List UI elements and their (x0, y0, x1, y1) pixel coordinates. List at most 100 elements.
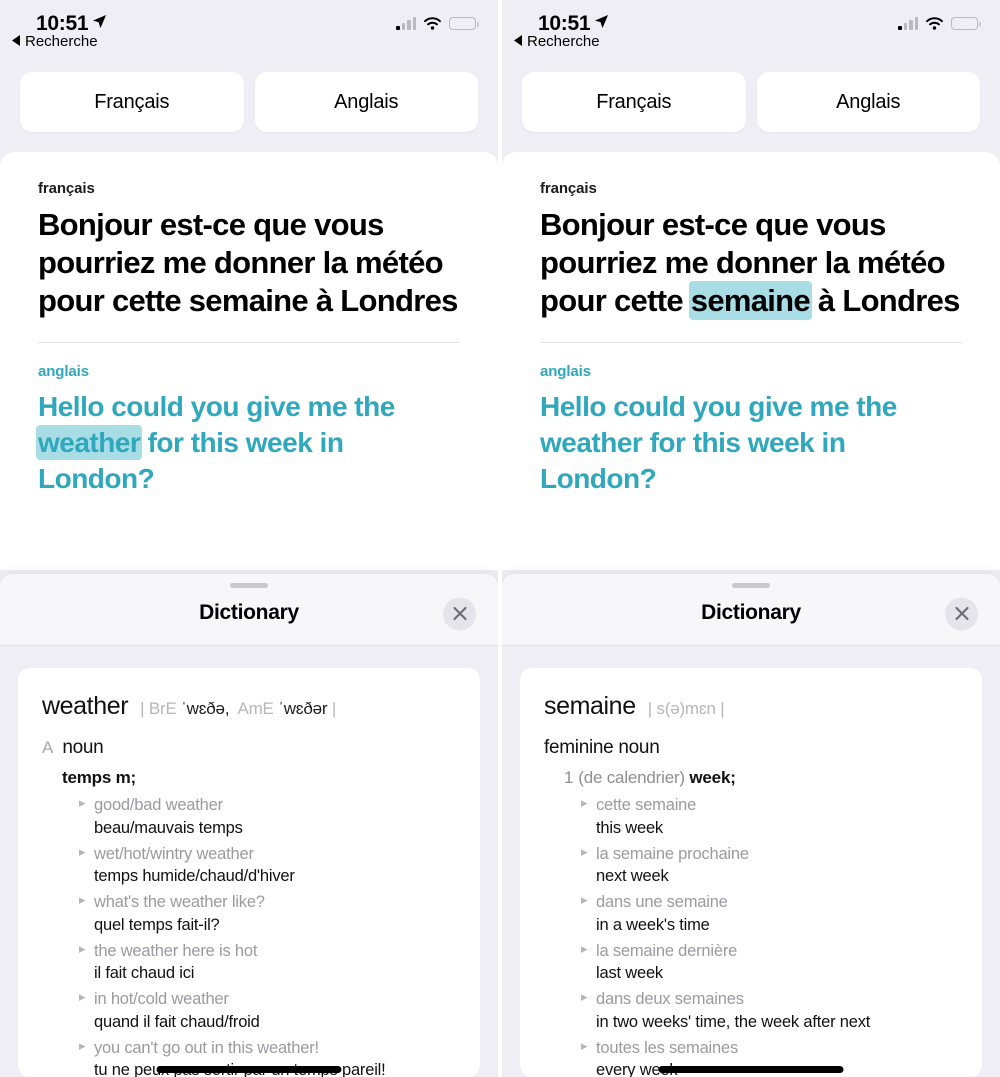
dictionary-title: Dictionary (701, 600, 801, 624)
example-source: la semaine dernière (581, 940, 958, 963)
example-source: wet/hot/wintry weather (79, 843, 456, 866)
part-of-speech-row: A noun (42, 737, 456, 759)
pronunciation-bre-label: BrE (148, 699, 177, 718)
status-bar: 10:51 Recherche (502, 0, 1000, 60)
sense-gloss: 1 (de calendrier) week; (564, 768, 958, 788)
example-target: temps humide/chaud/d'hiver (94, 867, 295, 886)
language-selector: Français Anglais (0, 60, 498, 152)
pronunciation-ame: ˈwɛðər (278, 699, 328, 718)
example-item: the weather here is hotil fait chaud ici (79, 940, 456, 986)
example-target: this week (596, 818, 663, 837)
source-text-after: à Londres (809, 283, 961, 319)
target-language-button[interactable]: Anglais (756, 72, 980, 132)
headword-row: weather | BrE ˈwɛðə, AmE ˈwɛðər | (42, 692, 456, 721)
status-bar-indicators (898, 16, 981, 30)
example-source: the weather here is hot (79, 940, 456, 963)
back-triangle-icon (514, 33, 523, 50)
example-target: il fait chaud ici (94, 964, 195, 983)
target-language-label: anglais (38, 363, 89, 381)
close-icon (954, 606, 969, 621)
sense-context: (de calendrier) (578, 768, 685, 787)
pos-letter: A (42, 738, 54, 757)
example-target: last week (596, 964, 663, 983)
source-text-highlight[interactable]: semaine (688, 281, 812, 321)
pronunciation: | BrE ˈwɛðə, AmE ˈwɛðər | (140, 699, 337, 718)
example-target: in two weeks' time, the week after next (596, 1012, 871, 1031)
dictionary-title: Dictionary (199, 600, 299, 624)
sense-gloss: temps m; (62, 768, 136, 787)
battery-icon (449, 16, 479, 30)
source-language-button[interactable]: Français (522, 72, 746, 132)
translation-card: français Bonjour est-ce que vous pourrie… (502, 152, 1000, 570)
dictionary-body[interactable]: semaine | s(ə)mɛn | feminine noun 1 (de c… (502, 646, 1000, 1077)
dictionary-header: Dictionary (0, 574, 498, 646)
headword-row: semaine | s(ə)mɛn | (544, 692, 958, 721)
dictionary-sheet: Dictionary semaine | s(ə)mɛn | feminine … (502, 574, 1000, 1077)
dictionary-body[interactable]: weather | BrE ˈwɛðə, AmE ˈwɛðər | A noun… (0, 646, 498, 1077)
example-target: quand il fait chaud/froid (94, 1012, 260, 1031)
example-target: beau/mauvais temps (94, 818, 243, 837)
example-target: in a week's time (596, 915, 710, 934)
source-language-label: français (540, 180, 597, 197)
dictionary-entry-card: semaine | s(ə)mɛn | feminine noun 1 (de c… (520, 668, 982, 1077)
example-source: cette semaine (581, 794, 958, 817)
example-target: next week (596, 867, 669, 886)
target-text-highlight[interactable]: weather (36, 425, 143, 461)
part-of-speech-row: feminine noun (544, 737, 958, 759)
pronunciation: | s(ə)mɛn | (647, 699, 725, 718)
home-indicator (156, 1066, 342, 1073)
example-source: toutes les semaines (581, 1037, 958, 1060)
source-text[interactable]: Bonjour est-ce que vous pourriez me donn… (540, 206, 962, 321)
back-label: Recherche (527, 33, 600, 50)
target-language-button[interactable]: Anglais (254, 72, 478, 132)
sense-translation: week; (689, 768, 736, 787)
example-list: good/bad weatherbeau/mauvais tempswet/ho… (62, 794, 456, 1077)
back-to-search-button[interactable]: Recherche (514, 33, 600, 50)
back-label: Recherche (25, 33, 98, 50)
target-text-before: Hello could you give me the (38, 391, 395, 423)
home-indicator (658, 1066, 844, 1073)
headword: weather (42, 692, 129, 720)
example-source: la semaine prochaine (581, 843, 958, 866)
dictionary-header: Dictionary (502, 574, 1000, 646)
right-phone-screen: 10:51 Recherche Français Anglais françai… (502, 0, 1000, 1077)
cellular-bars-icon (898, 16, 918, 30)
example-list: cette semainethis week la semaine prochai… (564, 794, 958, 1077)
example-source: what's the weather like? (79, 891, 456, 914)
source-language-button[interactable]: Français (20, 72, 244, 132)
pronunciation-bre: ˈwɛðə, (181, 699, 230, 718)
example-source: you can't go out in this weather! (79, 1037, 456, 1060)
target-text[interactable]: Hello could you give me the weather for … (540, 389, 962, 496)
example-source: dans deux semaines (581, 988, 958, 1011)
example-item: good/bad weatherbeau/mauvais temps (79, 794, 456, 840)
example-item: what's the weather like?quel temps fait-… (79, 891, 456, 937)
language-selector: Français Anglais (502, 60, 1000, 152)
target-language-label: anglais (540, 363, 591, 381)
translation-divider (540, 342, 962, 344)
target-text[interactable]: Hello could you give me the weather for … (36, 389, 460, 496)
example-item: dans une semainein a week's time (581, 891, 958, 937)
example-source: good/bad weather (79, 794, 456, 817)
back-to-search-button[interactable]: Recherche (12, 33, 98, 50)
pronunciation-ame-label: AmE (237, 699, 274, 718)
example-item: wet/hot/wintry weathertemps humide/chaud… (79, 843, 456, 889)
drag-handle-icon[interactable] (230, 583, 268, 588)
close-dictionary-button[interactable] (443, 597, 476, 630)
example-item: la semaine dernièrelast week (581, 940, 958, 986)
close-icon (452, 606, 467, 621)
example-target: quel temps fait-il? (94, 915, 220, 934)
example-source: in hot/cold weather (79, 988, 456, 1011)
sense-block: temps m; good/bad weatherbeau/mauvais te… (42, 768, 456, 1077)
translation-divider (38, 342, 460, 344)
wifi-icon (423, 16, 442, 30)
example-item: la semaine prochainenext week (581, 843, 958, 889)
close-dictionary-button[interactable] (945, 597, 978, 630)
dictionary-sheet: Dictionary weather | BrE ˈwɛðə, AmE ˈwɛð… (0, 574, 498, 1077)
target-text-plain: Hello could you give me the weather for … (540, 391, 897, 495)
drag-handle-icon[interactable] (732, 583, 770, 588)
dual-screenshot-container: 10:51 Recherche Français Anglais françai… (0, 0, 1000, 1077)
back-triangle-icon (12, 33, 21, 50)
location-arrow-icon (92, 11, 107, 35)
status-bar: 10:51 Recherche (0, 0, 498, 60)
source-text[interactable]: Bonjour est-ce que vous pourriez me donn… (38, 206, 460, 320)
